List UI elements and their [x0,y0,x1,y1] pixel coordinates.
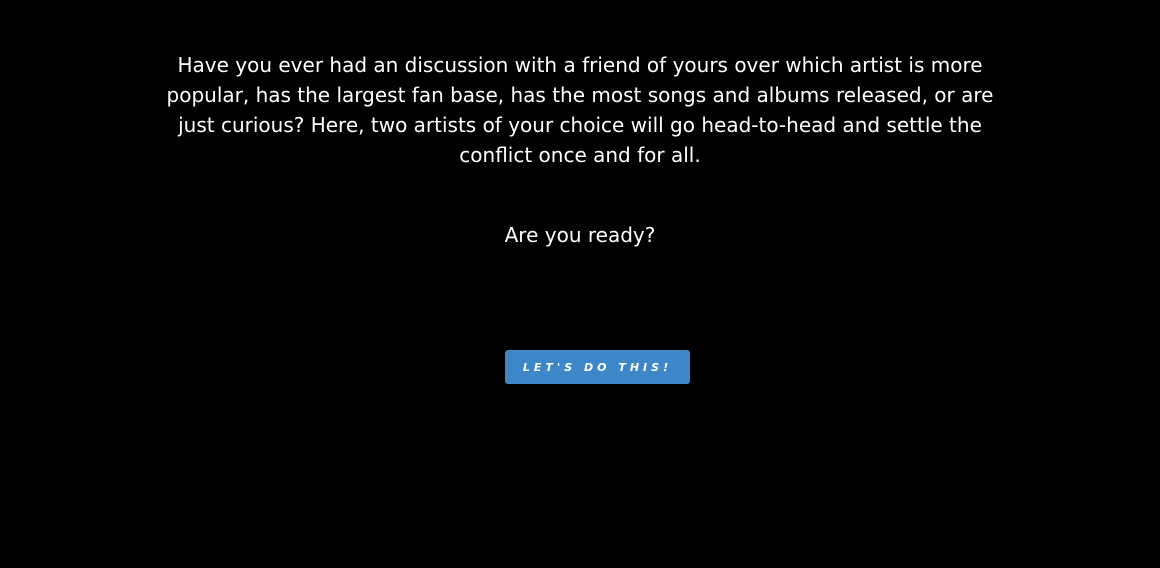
intro-paragraph: Have you ever had an discussion with a f… [166,53,994,167]
landing-page: Have you ever had an discussion with a f… [0,0,1160,568]
lets-do-this-button[interactable]: Let's do this! [505,350,690,384]
ready-prompt: Are you ready? [504,223,656,247]
